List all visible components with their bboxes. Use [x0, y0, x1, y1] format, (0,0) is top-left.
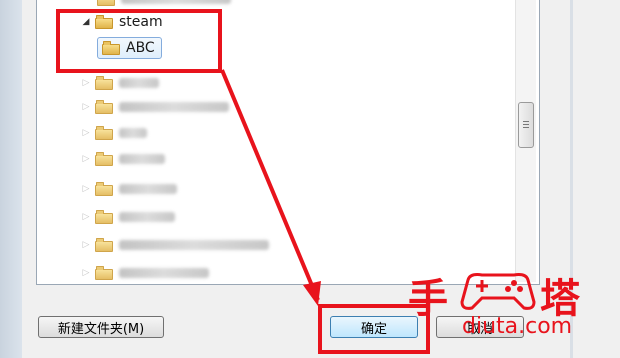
watermark-url: diuta.com	[462, 314, 573, 339]
arrowhead-icon	[303, 281, 321, 306]
arrow-shaft	[220, 69, 320, 301]
gamepad-icon	[460, 273, 536, 310]
logo-char-left: 手	[408, 276, 448, 322]
